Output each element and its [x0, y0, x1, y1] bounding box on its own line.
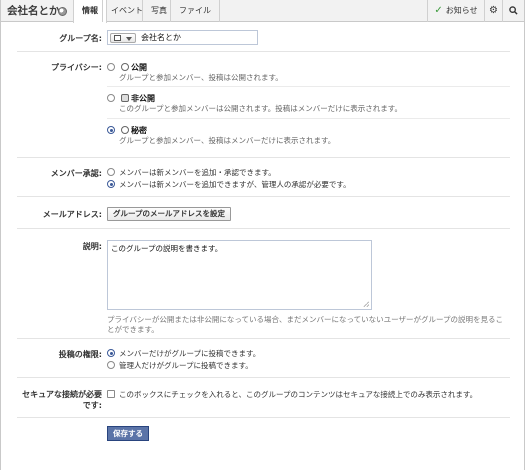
- notifications-label: お知らせ: [445, 6, 478, 15]
- privacy-globe-icon: [58, 7, 67, 16]
- lock-icon: [121, 94, 129, 102]
- posting-row: 投稿の権限: メンバーだけがグループに投稿できます。 管理人だけがグループに投稿…: [17, 344, 510, 378]
- description-label: 説明:: [82, 242, 102, 251]
- secure-label: セキュアな接続が必要です:: [22, 390, 102, 410]
- description-row: 説明: このグループの説明を書きます。 プライバシーが公開または非公開になってい…: [17, 236, 510, 339]
- approval-text-admin: メンバーは新メンバーを追加できますが、管理人の承認が必要です。: [119, 180, 351, 189]
- divider: [107, 118, 510, 119]
- resize-handle-icon[interactable]: [363, 301, 369, 307]
- group-name-field[interactable]: 会社名とか: [107, 30, 258, 45]
- globe-icon: [121, 63, 129, 71]
- group-header: 会社名とか 情報 イベント 写真 ファイル ✓ お知らせ ⚙: [1, 0, 524, 23]
- save-button[interactable]: 保存する: [107, 426, 149, 441]
- gear-icon[interactable]: ⚙: [484, 0, 502, 22]
- member-approval-label: メンバー承認:: [50, 169, 102, 178]
- posting-radio-members[interactable]: [107, 349, 115, 357]
- posting-option-members[interactable]: メンバーだけがグループに投稿できます。: [107, 348, 260, 359]
- email-label: メールアドレス:: [42, 210, 102, 219]
- posting-text-admins: 管理人だけがグループに投稿できます。: [119, 361, 253, 370]
- privacy-desc-closed: このグループと参加メンバーは公開されます。投稿はメンバーだけに表示されます。: [119, 104, 403, 113]
- privacy-option-public[interactable]: 公開 グループと参加メンバー、投稿は公開されます。: [107, 61, 510, 85]
- posting-option-admins[interactable]: 管理人だけがグループに投稿できます。: [107, 360, 253, 371]
- privacy-radio-public[interactable]: [107, 63, 115, 71]
- privacy-desc-public: グループと参加メンバー、投稿は公開されます。: [119, 73, 283, 82]
- group-settings-page: 会社名とか 情報 イベント 写真 ファイル ✓ お知らせ ⚙ グループ名: 会社名…: [0, 0, 525, 470]
- description-hint: プライバシーが公開または非公開になっている場合、まだメンバーになっていないユーザ…: [107, 315, 503, 334]
- approval-text-any: メンバーは新メンバーを追加・承認できます。: [119, 168, 276, 177]
- search-icon[interactable]: [502, 0, 523, 22]
- tab-files[interactable]: ファイル: [170, 0, 220, 22]
- group-title[interactable]: 会社名とか: [7, 0, 60, 22]
- set-group-email-button[interactable]: グループのメールアドレスを設定: [107, 207, 232, 221]
- approval-option-any[interactable]: メンバーは新メンバーを追加・承認できます。: [107, 167, 276, 178]
- secure-row: セキュアな接続が必要です: このボックスにチェックを入れると、このグループのコン…: [17, 384, 510, 418]
- privacy-title-closed: 非公開: [131, 94, 155, 103]
- description-value: このグループの説明を書きます。: [111, 244, 223, 253]
- privacy-radio-secret[interactable]: [107, 126, 115, 134]
- posting-label: 投稿の権限:: [58, 350, 102, 359]
- approval-radio-admin[interactable]: [107, 180, 115, 188]
- privacy-option-closed[interactable]: 非公開 このグループと参加メンバーは公開されます。投稿はメンバーだけに表示されま…: [107, 92, 510, 116]
- member-approval-row: メンバー承認: メンバーは新メンバーを追加・承認できます。 メンバーは新メンバー…: [17, 163, 510, 197]
- privacy-desc-secret: グループと参加メンバー、投稿はメンバーだけに表示されます。: [119, 136, 336, 145]
- privacy-title-public: 公開: [131, 63, 147, 72]
- posting-radio-admins[interactable]: [107, 361, 115, 369]
- approval-option-admin[interactable]: メンバーは新メンバーを追加できますが、管理人の承認が必要です。: [107, 179, 351, 190]
- secret-lock-icon: [121, 126, 129, 134]
- approval-radio-any[interactable]: [107, 168, 115, 176]
- posting-text-members: メンバーだけがグループに投稿できます。: [119, 349, 261, 358]
- group-name-label: グループ名:: [59, 34, 102, 43]
- privacy-option-secret[interactable]: 秘密 グループと参加メンバー、投稿はメンバーだけに表示されます。: [107, 124, 510, 148]
- group-name-value: 会社名とか: [141, 33, 181, 42]
- group-name-row: グループ名: 会社名とか: [17, 30, 510, 52]
- chevron-down-icon: [126, 37, 132, 41]
- email-row: メールアドレス: グループのメールアドレスを設定: [17, 203, 510, 229]
- notifications-button[interactable]: ✓ お知らせ: [427, 0, 484, 22]
- check-icon: ✓: [434, 5, 443, 16]
- description-textarea[interactable]: このグループの説明を書きます。: [107, 240, 372, 310]
- secure-checkbox[interactable]: [107, 390, 115, 398]
- group-icon: [114, 35, 121, 41]
- divider: [107, 86, 510, 87]
- privacy-label: プライバシー:: [50, 63, 102, 72]
- group-icon-picker[interactable]: [110, 33, 136, 43]
- privacy-title-secret: 秘密: [131, 126, 147, 135]
- privacy-radio-closed[interactable]: [107, 94, 115, 102]
- secure-checkbox-text: このボックスにチェックを入れると、このグループのコンテンツはセキュアな接続上での…: [119, 390, 478, 399]
- privacy-row: プライバシー: 公開 グループと参加メンバー、投稿は公開されます。 非公開 この…: [17, 57, 510, 158]
